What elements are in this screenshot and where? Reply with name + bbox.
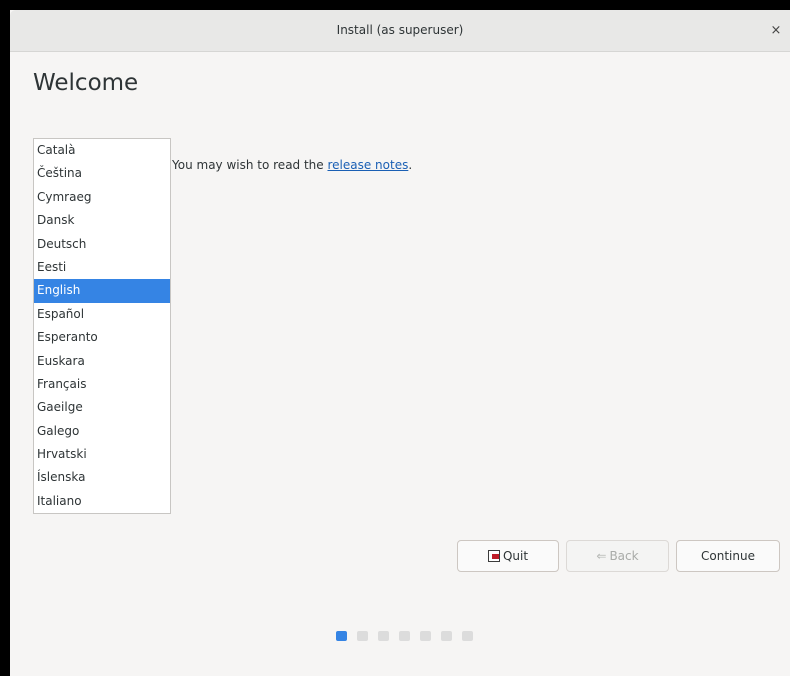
language-item[interactable]: Galego [34, 420, 170, 443]
language-item[interactable]: Gaeilge [34, 396, 170, 419]
language-item[interactable]: Deutsch [34, 233, 170, 256]
back-label: Back [609, 549, 639, 563]
installer-window: Install (as superuser) × Welcome Català Č… [10, 10, 790, 676]
close-icon[interactable]: × [764, 10, 788, 51]
quit-label: Quit [502, 549, 529, 563]
progress-dot [462, 631, 473, 641]
release-notes-text: You may wish to read the release notes. [172, 158, 412, 172]
continue-label: Continue [701, 549, 755, 563]
quit-icon [487, 550, 500, 562]
language-item[interactable]: Íslenska [34, 466, 170, 489]
language-item[interactable]: Euskara [34, 350, 170, 373]
progress-indicator [336, 631, 473, 641]
title-bar[interactable]: Install (as superuser) × [10, 10, 790, 52]
release-notes-prefix: You may wish to read the [172, 158, 328, 172]
progress-dot [357, 631, 368, 641]
progress-dot-active [336, 631, 347, 641]
release-notes-suffix: . [408, 158, 413, 172]
continue-button[interactable]: Continue [676, 540, 780, 572]
language-item[interactable]: Català [34, 139, 170, 162]
quit-button[interactable]: Quit [457, 540, 559, 572]
release-notes-link[interactable]: release notes [327, 158, 408, 172]
language-item[interactable]: English [34, 279, 170, 303]
progress-dot [420, 631, 431, 641]
language-item[interactable]: Français [34, 373, 170, 396]
language-item[interactable]: Español [34, 303, 170, 326]
back-arrow-icon: ⇐ [596, 549, 607, 563]
progress-dot [441, 631, 452, 641]
language-item[interactable]: Italiano [34, 490, 170, 513]
language-item[interactable]: Cymraeg [34, 186, 170, 209]
page-title: Welcome [33, 70, 139, 96]
progress-dot [399, 631, 410, 641]
language-item[interactable]: Hrvatski [34, 443, 170, 466]
back-button[interactable]: ⇐ Back [566, 540, 669, 572]
language-item[interactable]: Eesti [34, 256, 170, 279]
language-item[interactable]: Esperanto [34, 326, 170, 349]
window-title: Install (as superuser) [336, 23, 464, 37]
language-item[interactable]: Čeština [34, 162, 170, 185]
language-list[interactable]: Català Čeština Cymraeg Dansk Deutsch Eesti Eng… [33, 138, 171, 514]
progress-dot [378, 631, 389, 641]
language-item[interactable]: Dansk [34, 209, 170, 232]
